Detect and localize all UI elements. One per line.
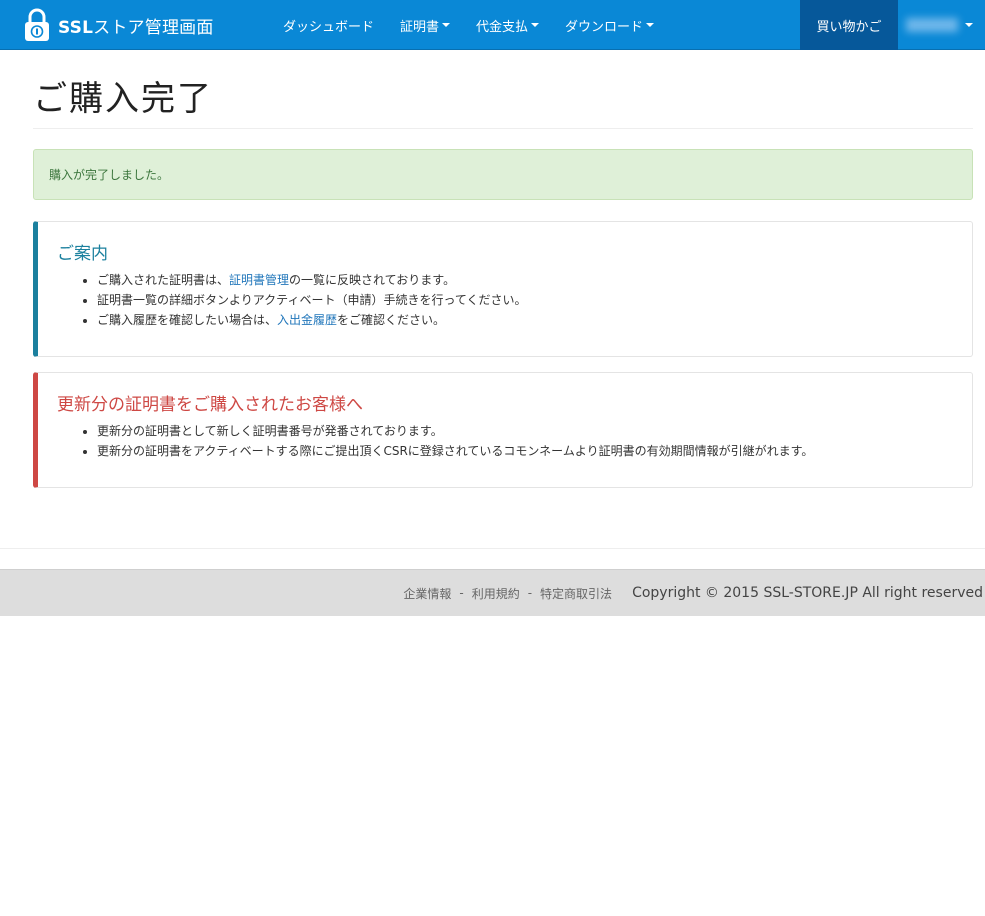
renewal-callout-title: 更新分の証明書をご購入されたお客様へ: [57, 395, 363, 415]
cart-button[interactable]: 買い物かご: [800, 0, 898, 50]
list-item: 更新分の証明書として新しく証明書番号が発番されております。: [97, 421, 952, 441]
footer-link-company[interactable]: 企業情報: [403, 585, 451, 602]
brand-link[interactable]: SSLストア管理画面: [24, 0, 214, 50]
nav-download-dropdown[interactable]: ダウンロード: [552, 0, 667, 50]
caret-down-icon: [531, 23, 540, 27]
list-item: ご購入された証明書は、証明書管理の一覧に反映されております。: [97, 270, 952, 290]
footer-separator: -: [527, 586, 533, 600]
nav-download-label: ダウンロード: [565, 19, 644, 35]
transaction-history-link[interactable]: 入出金履歴: [277, 313, 337, 327]
renewal-callout: 更新分の証明書をご購入されたお客様へ 更新分の証明書として新しく証明書番号が発番…: [33, 372, 973, 488]
info-callout: ご案内 ご購入された証明書は、証明書管理の一覧に反映されております。 証明書一覧…: [33, 221, 973, 357]
caret-down-icon: [965, 23, 973, 27]
success-alert-message: 購入が完了しました。: [49, 168, 170, 182]
nav-payment-dropdown[interactable]: 代金支払: [463, 0, 552, 50]
page-title: ご購入完了: [33, 79, 213, 119]
brand-name: SSLストア管理画面: [58, 17, 214, 38]
info-callout-title: ご案内: [57, 244, 108, 264]
user-menu-dropdown[interactable]: [898, 0, 985, 50]
caret-down-icon: [646, 23, 655, 27]
page-header: ご購入完了: [33, 78, 973, 129]
cart-label: 買い物かご: [816, 19, 882, 35]
copyright-text: Copyright © 2015 SSL-STORE.JP All right …: [632, 585, 983, 601]
footer-divider: [0, 548, 985, 549]
nav-dashboard[interactable]: ダッシュボード: [270, 0, 387, 50]
footer-separator: -: [459, 586, 464, 600]
nav-certificates-label: 証明書: [400, 19, 440, 35]
success-alert: 購入が完了しました。: [33, 149, 973, 200]
nav-certificates-dropdown[interactable]: 証明書: [387, 0, 463, 50]
footer-link-commercial-law[interactable]: 特定商取引法: [540, 585, 612, 602]
certificate-management-link[interactable]: 証明書管理: [229, 273, 289, 287]
footer-link-terms[interactable]: 利用規約: [472, 585, 520, 602]
caret-down-icon: [442, 23, 451, 27]
list-item: 更新分の証明書をアクティベートする際にご提出頂くCSRに登録されているコモンネー…: [97, 441, 952, 461]
footer: 企業情報 - 利用規約 - 特定商取引法 Copyright © 2015 SS…: [0, 569, 985, 616]
top-navbar: SSLストア管理画面 ダッシュボード 証明書 代金支払 ダウンロード 買い物かご: [0, 0, 985, 50]
user-name-redacted: [906, 18, 958, 32]
padlock-icon: [25, 8, 49, 41]
info-callout-list: ご購入された証明書は、証明書管理の一覧に反映されております。 証明書一覧の詳細ボ…: [57, 270, 952, 330]
renewal-callout-list: 更新分の証明書として新しく証明書番号が発番されております。 更新分の証明書をアク…: [57, 421, 952, 461]
footer-links: 企業情報 - 利用規約 - 特定商取引法: [403, 585, 612, 602]
main-nav: ダッシュボード 証明書 代金支払 ダウンロード: [270, 0, 667, 50]
list-item: ご購入履歴を確認したい場合は、入出金履歴をご確認ください。: [97, 310, 952, 330]
nav-dashboard-label: ダッシュボード: [283, 19, 375, 35]
list-item: 証明書一覧の詳細ボタンよりアクティベート（申請）手続きを行ってください。: [97, 290, 952, 310]
nav-payment-label: 代金支払: [476, 19, 529, 35]
